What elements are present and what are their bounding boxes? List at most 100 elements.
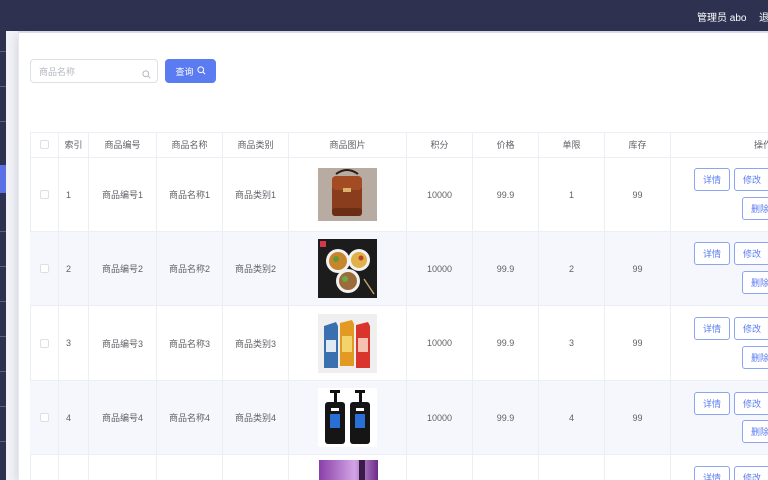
cell-actions: 详情 修改 删除 [671, 306, 768, 380]
cell-image [289, 381, 407, 454]
cell-code [89, 455, 157, 480]
detail-button[interactable]: 详情 [694, 466, 730, 480]
column-header: 操作 [671, 132, 768, 157]
sidebar-divider [0, 266, 6, 267]
top-bar: 管理员 abo 退 [0, 0, 768, 31]
cell-points: 10000 [407, 232, 473, 305]
detail-button[interactable]: 详情 [694, 392, 730, 415]
detail-button[interactable]: 详情 [694, 168, 730, 191]
row-checkbox[interactable] [39, 413, 49, 422]
product-image-bag[interactable] [318, 168, 377, 221]
column-header[interactable]: 索引 [59, 132, 89, 157]
cell-index: 3 [59, 306, 89, 380]
edit-button[interactable]: 修改 [734, 168, 768, 191]
product-image-juice[interactable] [318, 313, 377, 373]
cell-category: 商品类别2 [223, 232, 289, 305]
row-checkbox[interactable] [39, 190, 49, 199]
admin-user-label[interactable]: 管理员 abo [697, 9, 746, 24]
table-row: 1 商品编号1 商品名称1 商品类别1 10000 99.9 1 99 详情 修… [30, 158, 768, 232]
cell-price: 99.9 [473, 306, 539, 380]
cell-code: 商品编号4 [89, 381, 157, 454]
cell-index: 1 [59, 158, 89, 231]
table-row: 2 商品编号2 商品名称2 商品类别2 10000 99.9 2 99 详情 修… [30, 232, 768, 306]
column-header[interactable]: 单限 [539, 132, 605, 157]
sidebar-divider [0, 86, 6, 87]
cell-actions: 详情 修改 [671, 455, 768, 480]
cell-limit: 3 [539, 306, 605, 380]
delete-button[interactable]: 删除 [742, 420, 768, 443]
cell-index: 4 [59, 381, 89, 454]
cell-price: 99.9 [473, 158, 539, 231]
delete-button[interactable]: 删除 [742, 346, 768, 369]
cell-price: 99.9 [473, 232, 539, 305]
cell-index: 2 [59, 232, 89, 305]
select-all-checkbox[interactable] [39, 140, 49, 149]
edit-button[interactable]: 修改 [734, 466, 768, 480]
table-row: 详情 修改 [30, 455, 768, 480]
cell-name: 商品名称4 [157, 381, 223, 454]
search-icon [142, 66, 151, 84]
product-image-bottles[interactable] [318, 388, 377, 447]
cell-limit: 1 [539, 158, 605, 231]
product-image-food[interactable] [318, 239, 377, 298]
column-header[interactable]: 商品类别 [223, 132, 289, 157]
sidebar-divider [0, 371, 6, 372]
detail-button[interactable]: 详情 [694, 317, 730, 340]
detail-button[interactable]: 详情 [694, 242, 730, 265]
cell-image [289, 306, 407, 380]
delete-button[interactable]: 删除 [742, 197, 768, 220]
cell-code: 商品编号2 [89, 232, 157, 305]
cell-price [473, 455, 539, 480]
cell-actions: 详情 修改 删除 [671, 381, 768, 454]
cell-points: 10000 [407, 158, 473, 231]
table-row: 3 商品编号3 商品名称3 商品类别3 10000 99.9 3 99 详情 修… [30, 306, 768, 381]
sidebar [0, 31, 6, 480]
column-header-actions: 操作 [753, 140, 768, 150]
sidebar-divider [0, 121, 6, 122]
cell-image [289, 158, 407, 231]
column-header[interactable]: 商品名称 [157, 132, 223, 157]
column-header[interactable]: 商品图片 [289, 132, 407, 157]
sidebar-divider [0, 231, 6, 232]
cell-stock: 99 [605, 381, 671, 454]
cell-category: 商品类别3 [223, 306, 289, 380]
cell-points: 10000 [407, 381, 473, 454]
select-all-cell [30, 132, 59, 157]
sidebar-divider [0, 406, 6, 407]
cell-image [289, 455, 407, 480]
cell-name: 商品名称2 [157, 232, 223, 305]
logout-link[interactable]: 退 [759, 9, 768, 24]
row-checkbox[interactable] [39, 338, 49, 348]
search-input-wrapper[interactable] [30, 59, 158, 83]
column-header[interactable]: 积分 [407, 132, 473, 157]
edit-button[interactable]: 修改 [734, 242, 768, 265]
cell-name: 商品名称1 [157, 158, 223, 231]
cell-category [223, 455, 289, 480]
cell-stock: 99 [605, 158, 671, 231]
row-checkbox[interactable] [39, 264, 49, 273]
sidebar-divider [0, 51, 6, 52]
column-header[interactable]: 库存 [605, 132, 671, 157]
sidebar-item-active[interactable] [0, 165, 6, 193]
table-header-row: 索引 商品编号 商品名称 商品类别 商品图片 积分 价格 单限 库存 操作 [30, 132, 768, 158]
sidebar-divider [0, 336, 6, 337]
cell-limit: 2 [539, 232, 605, 305]
cell-index [59, 455, 89, 480]
column-header[interactable]: 商品编号 [89, 132, 157, 157]
column-header[interactable]: 价格 [473, 132, 539, 157]
delete-button[interactable]: 删除 [742, 271, 768, 294]
query-button[interactable]: 查询 [165, 59, 216, 83]
cell-category: 商品类别1 [223, 158, 289, 231]
table-row: 4 商品编号4 商品名称4 商品类别4 10000 99.9 4 99 详情 修… [30, 381, 768, 455]
search-input[interactable] [39, 64, 139, 79]
edit-button[interactable]: 修改 [734, 392, 768, 415]
edit-button[interactable]: 修改 [734, 317, 768, 340]
cell-code: 商品编号3 [89, 306, 157, 380]
cell-stock: 99 [605, 306, 671, 380]
sidebar-divider [0, 301, 6, 302]
product-image-purple[interactable] [319, 460, 378, 480]
cell-actions: 详情 修改 删除 [671, 158, 768, 231]
cell-actions: 详情 修改 删除 [671, 232, 768, 305]
search-icon [196, 65, 206, 77]
cell-price: 99.9 [473, 381, 539, 454]
